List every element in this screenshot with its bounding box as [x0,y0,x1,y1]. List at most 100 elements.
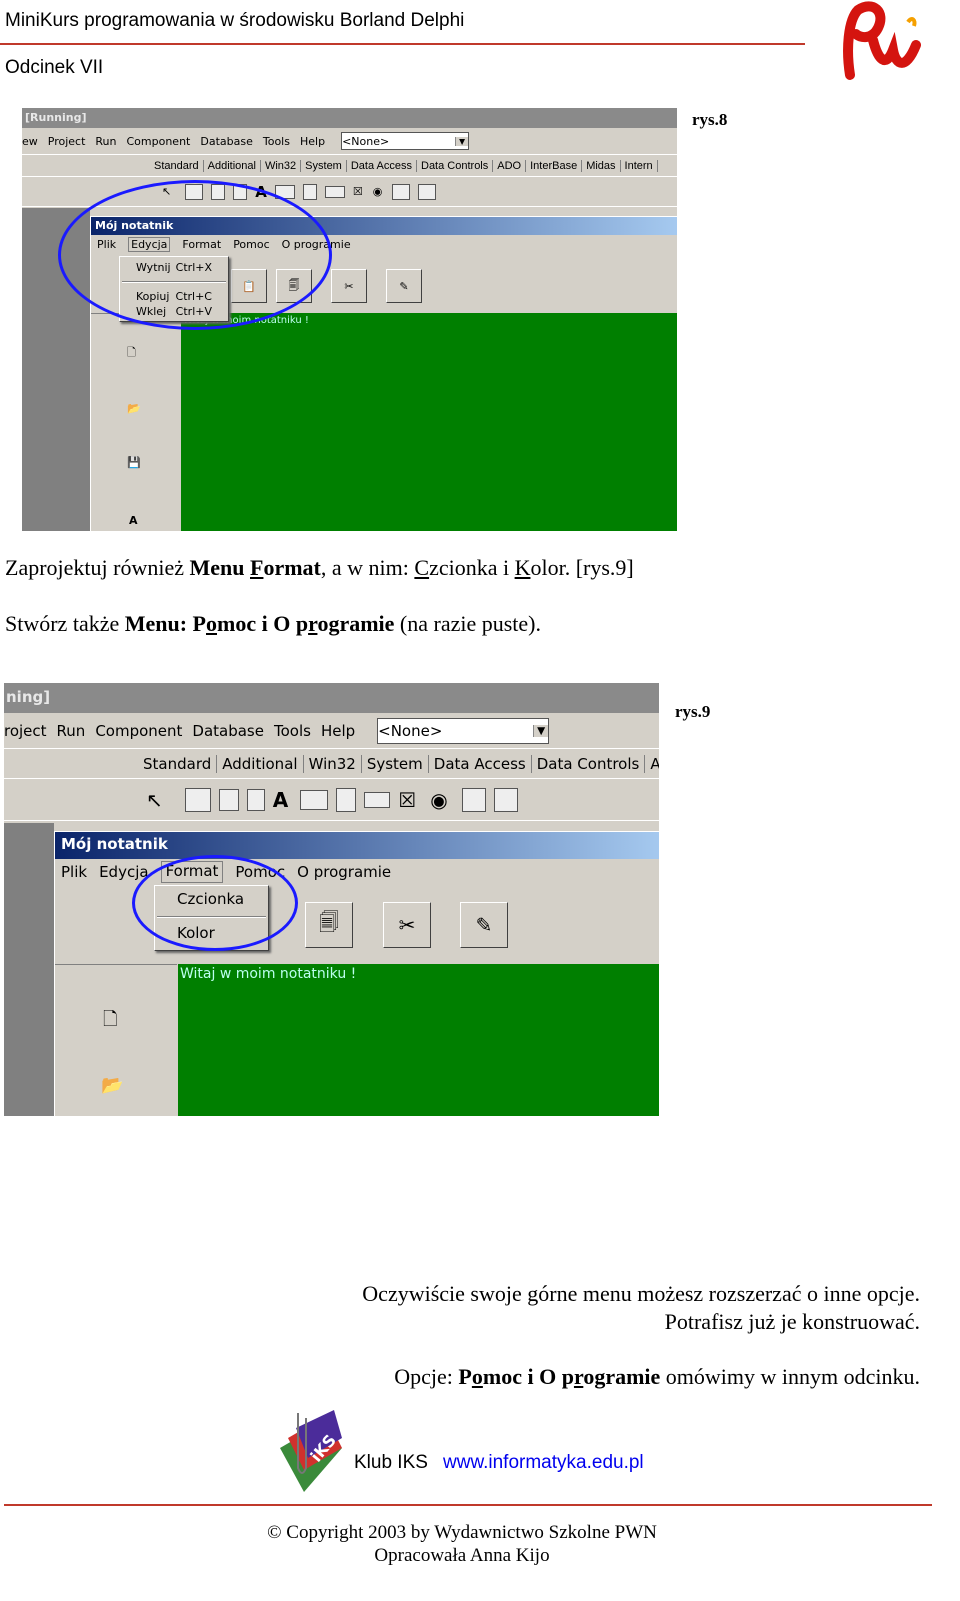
tab-ado[interactable]: ADO [645,755,659,773]
tab-system[interactable]: System [301,159,347,172]
combo-value: <None> [342,134,390,148]
chevron-down-icon: ▼ [533,724,549,737]
tab-interbase[interactable]: InterBase [526,159,583,172]
tab-standard[interactable]: Standard [150,159,204,172]
component-palette-tabs: Standard Additional Win32 System Data Ac… [4,749,659,779]
eraser-icon: ✎ [399,279,409,293]
form-menu-o-programie[interactable]: O programie [297,863,391,883]
copy-icon: 🗐 [319,910,339,934]
text: P [458,1364,472,1389]
form-combo[interactable]: <None> ▼ [377,717,550,744]
cut-button[interactable]: ✂ [383,902,431,948]
menu-database[interactable]: Database [192,722,264,740]
combobox-icon[interactable] [493,787,518,812]
listbox-icon[interactable] [461,787,486,812]
form-combo[interactable]: <None> ▼ [341,132,470,150]
save-icon[interactable]: 💾 [127,456,141,469]
tab-standard[interactable]: Standard [138,754,218,773]
menu-tools[interactable]: Tools [263,135,290,148]
pointer-icon[interactable]: ↖ [146,788,163,812]
text: ogramie [317,611,395,636]
new-file-icon[interactable]: 🗋 [127,344,136,363]
tab-internet[interactable]: Intern [621,159,658,172]
label-icon[interactable]: A [273,788,288,812]
tab-data-controls[interactable]: Data Controls [417,159,494,172]
text: F [250,555,264,580]
memo-icon[interactable] [302,183,317,200]
text: moc i O p [482,1364,574,1389]
document-title: MiniKurs programowania w środowisku Borl… [5,10,465,31]
text: ormat [263,555,321,580]
listbox-icon[interactable] [392,183,411,200]
menu-help[interactable]: Help [300,135,325,148]
text: o [471,1364,483,1389]
clear-button[interactable]: ✎ [386,269,422,303]
menu-help[interactable]: Help [321,722,355,740]
checkbox-icon[interactable]: ☒ [398,788,416,812]
radiobutton-icon[interactable]: ◉ [373,185,383,198]
tab-system[interactable]: System [362,754,429,773]
figure-caption-9: rys.9 [675,702,711,721]
menu-project[interactable]: roject [4,722,47,740]
menu-component[interactable]: Component [95,722,182,740]
component-palette-tabs: Standard Additional Win32 System Data Ac… [22,155,677,177]
memo-icon[interactable] [336,787,357,812]
memo-area[interactable]: Witaj w moim notatniku ! [181,313,677,531]
text: Stwórz także [5,611,125,636]
combobox-icon[interactable] [418,183,437,200]
button-icon[interactable] [324,185,345,198]
copy-button[interactable]: 🗐 [305,902,353,948]
new-file-icon[interactable]: 🗋 [103,1007,117,1037]
paragraph-format-menu: Zaprojektuj również Menu Format, a w nim… [5,555,634,581]
iks-logo: iKS [278,1408,344,1492]
font-icon[interactable]: A [129,514,138,527]
tab-data-controls[interactable]: Data Controls [532,754,646,773]
mainmenu-icon[interactable] [218,788,239,811]
cut-icon: ✂ [398,913,416,937]
tab-additional[interactable]: Additional [217,754,304,773]
paragraph-extend-menu: Oczywiście swoje górne menu możesz rozsz… [362,1280,920,1336]
menu-database[interactable]: Database [200,135,253,148]
text: ogramie [583,1364,661,1389]
memo-area[interactable]: Witaj w moim notatniku ! [178,964,659,1116]
text: , a w nim: [320,555,415,580]
menu-run[interactable]: Run [57,722,86,740]
text-line: Oczywiście swoje górne menu możesz rozsz… [362,1281,920,1306]
frame-icon[interactable] [184,787,211,812]
club-name: Klub IKS [354,1452,428,1473]
menu-view[interactable]: ew [22,135,38,148]
tab-ado[interactable]: ADO [493,159,527,172]
chevron-down-icon: ▼ [455,136,469,146]
checkbox-icon[interactable]: ☒ [353,185,363,198]
footer-credits: © Copyright 2003 by Wydawnictwo Szkolne … [0,1521,924,1567]
ide-title: [Running] [22,108,677,128]
tab-data-access[interactable]: Data Access [429,754,532,773]
menu-component[interactable]: Component [127,135,191,148]
tab-data-access[interactable]: Data Access [347,159,417,172]
form-window: Mój notatnik Plik Edycja Format Pomoc O … [54,831,659,1116]
tab-win32[interactable]: Win32 [304,754,362,773]
menu-run[interactable]: Run [95,135,116,148]
tab-additional[interactable]: Additional [204,159,261,172]
clear-button[interactable]: ✎ [460,902,508,948]
open-folder-icon[interactable]: 📂 [127,402,141,415]
menu-tools[interactable]: Tools [274,722,311,740]
edit-icon[interactable] [300,789,329,810]
ide-menubar: ew Project Run Component Database Tools … [22,128,677,155]
form-menu-plik[interactable]: Plik [61,863,87,883]
website-link[interactable]: www.informatyka.edu.pl [443,1452,644,1474]
tab-win32[interactable]: Win32 [261,159,302,172]
tab-midas[interactable]: Midas [582,159,621,172]
pwn-logo [838,0,923,85]
menu-project[interactable]: Project [48,135,86,148]
episode-label: Odcinek VII [5,57,104,78]
button-icon[interactable] [364,791,391,808]
popupmenu-icon[interactable] [246,788,265,811]
text: olor. [rys.9] [530,555,634,580]
cut-button[interactable]: ✂ [331,269,367,303]
open-folder-icon[interactable]: 📂 [101,1075,123,1096]
radiobutton-icon[interactable]: ◉ [430,788,447,812]
highlight-oval [132,855,298,951]
eraser-icon: ✎ [475,913,493,937]
text: Menu: P [124,611,206,636]
